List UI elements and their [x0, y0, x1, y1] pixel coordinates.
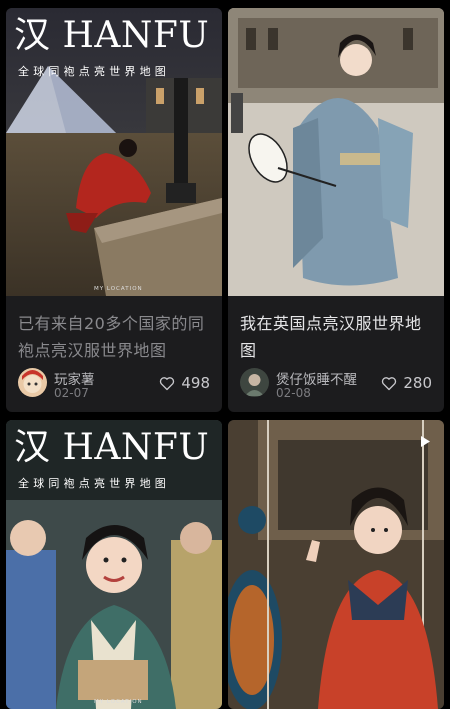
- card-1-like-count: 498: [181, 374, 210, 392]
- card-1-overlay-title: 汉 HANFU 服: [14, 15, 222, 56]
- card-1-author-name[interactable]: 玩家薯: [54, 368, 95, 388]
- heart-outline-icon[interactable]: [381, 376, 397, 391]
- play-icon[interactable]: [420, 436, 430, 447]
- card-2-like-button[interactable]: 280: [381, 374, 432, 392]
- card-1-author-row[interactable]: 玩家薯 02-07 498: [18, 368, 210, 400]
- card-2-avatar[interactable]: [240, 368, 269, 397]
- card-3-location-tag: MY LOCATION: [94, 699, 143, 705]
- feed-card-2[interactable]: 我在英国点亮汉服世界地图 煲仔饭睡不醒 02-08 280: [228, 8, 444, 412]
- card-4-cover-image[interactable]: [228, 420, 444, 709]
- feed-card-4[interactable]: [228, 420, 444, 709]
- card-2-info: 我在英国点亮汉服世界地图 煲仔饭睡不醒 02-08 280: [228, 296, 444, 412]
- card-3-cover-image[interactable]: 汉 HANFU 服 全球同袍点亮世界地图 MY LOCATION: [6, 420, 222, 709]
- card-1-avatar[interactable]: [18, 368, 47, 397]
- card-1-location-tag: MY LOCATION: [94, 286, 143, 292]
- card-3-overlay-subtitle: 全球同袍点亮世界地图: [18, 477, 170, 490]
- card-1-cover-image[interactable]: 汉 HANFU 服 全球同袍点亮世界地图 MY LOCATION: [6, 8, 222, 296]
- card-2-cover-image[interactable]: [228, 8, 444, 296]
- feed-card-1[interactable]: 汉 HANFU 服 全球同袍点亮世界地图 MY LOCATION 已有来自20多…: [6, 8, 222, 412]
- card-1-overlay-subtitle: 全球同袍点亮世界地图: [18, 65, 170, 78]
- card-2-title[interactable]: 我在英国点亮汉服世界地图: [240, 310, 432, 364]
- card-1-post-date: 02-07: [54, 386, 89, 400]
- card-1-info: 已有来自20多个国家的同袍点亮汉服世界地图 玩家薯 02-07 498: [6, 296, 222, 412]
- heart-outline-icon[interactable]: [159, 376, 175, 391]
- card-3-overlay-title: 汉 HANFU 服: [14, 427, 222, 468]
- feed-card-3[interactable]: 汉 HANFU 服 全球同袍点亮世界地图 MY LOCATION: [6, 420, 222, 709]
- card-2-author-name[interactable]: 煲仔饭睡不醒: [276, 368, 357, 388]
- card-1-title[interactable]: 已有来自20多个国家的同袍点亮汉服世界地图: [18, 310, 210, 364]
- card-1-like-button[interactable]: 498: [159, 374, 210, 392]
- card-2-like-count: 280: [403, 374, 432, 392]
- card-2-author-row[interactable]: 煲仔饭睡不醒 02-08 280: [240, 368, 432, 400]
- card-2-post-date: 02-08: [276, 386, 311, 400]
